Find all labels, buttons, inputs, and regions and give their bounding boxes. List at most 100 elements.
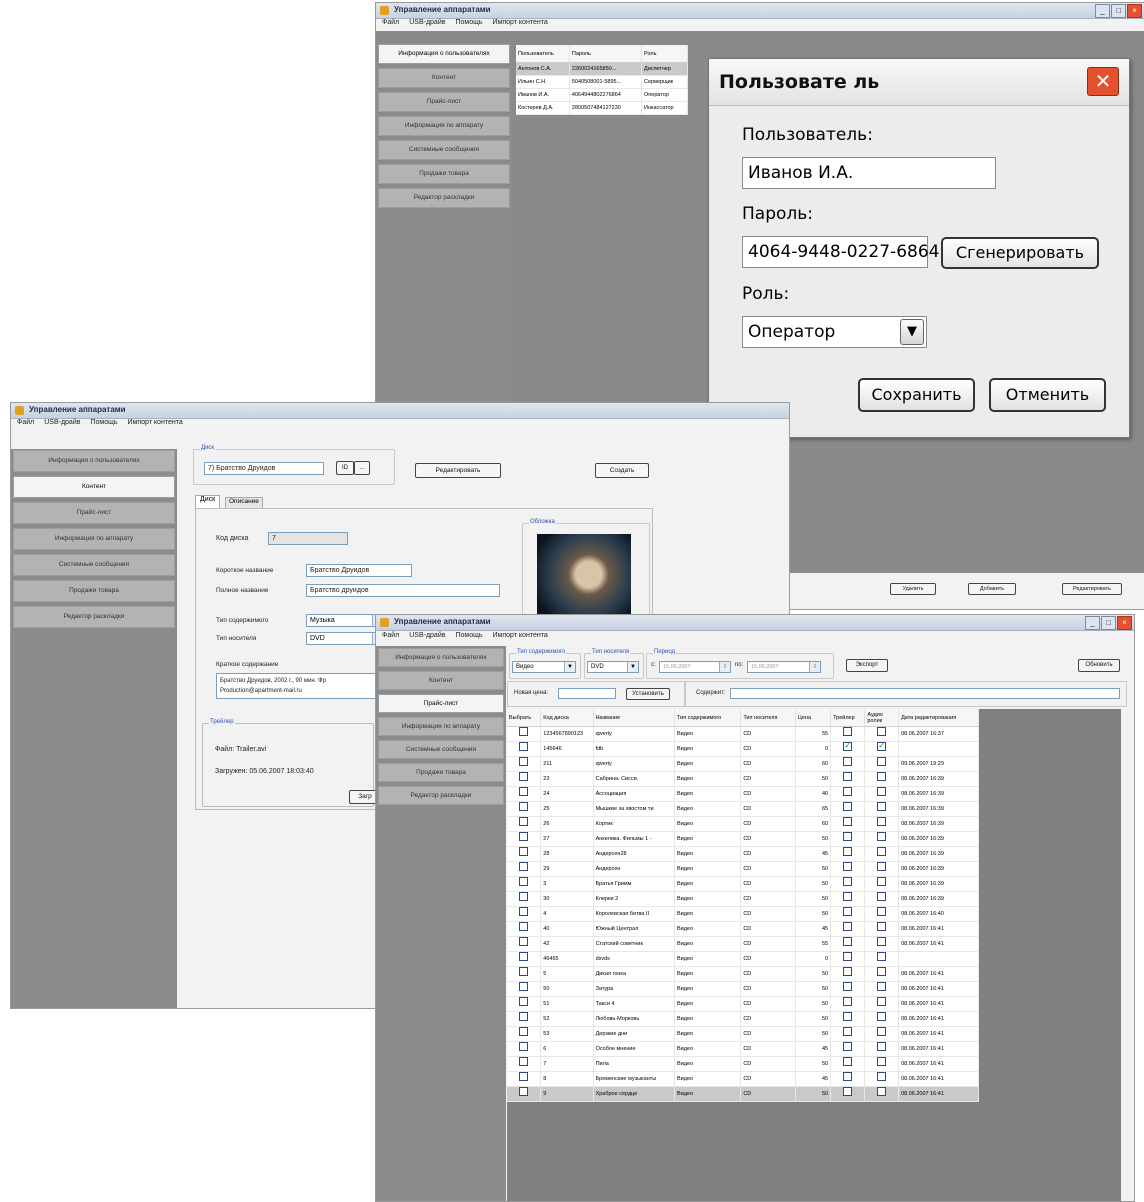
- audio-checkbox[interactable]: [877, 982, 887, 991]
- menu-usb[interactable]: USB-драйв: [409, 19, 445, 31]
- table-row[interactable]: Иванов И.А. 4064944802276864 Оператор: [516, 88, 688, 102]
- select-cell[interactable]: [507, 876, 542, 892]
- sidebar-item-device[interactable]: Информация по аппарату: [378, 717, 504, 736]
- audio-checkbox[interactable]: [877, 1012, 887, 1021]
- trailer-checkbox[interactable]: [843, 892, 853, 901]
- menu-usb[interactable]: USB-драйв: [44, 419, 80, 431]
- select-checkbox[interactable]: [519, 892, 529, 901]
- maximize-icon[interactable]: □: [1101, 616, 1116, 630]
- audio-checkbox[interactable]: [877, 922, 887, 931]
- select-checkbox[interactable]: [519, 1072, 529, 1081]
- edit-disk-button[interactable]: Редактировать: [415, 463, 501, 478]
- audio-checkbox[interactable]: [877, 877, 887, 886]
- trailer-cell[interactable]: [830, 831, 866, 847]
- audio-checkbox[interactable]: [877, 832, 887, 841]
- table-row[interactable]: 6 Особое мнение Видео CD 45 08.06.2007 16:41: [507, 1041, 979, 1057]
- audio-checkbox[interactable]: [877, 1027, 887, 1036]
- table-row[interactable]: 50 Затура Видео CD 50 08.06.2007 16:41: [507, 981, 979, 997]
- generate-button[interactable]: Сгенерировать: [941, 237, 1099, 269]
- trailer-checkbox[interactable]: [843, 787, 853, 796]
- select-cell[interactable]: [507, 1056, 542, 1072]
- maximize-icon[interactable]: □: [1111, 4, 1126, 18]
- trailer-cell[interactable]: [830, 1026, 866, 1042]
- table-row[interactable]: 42 Статский советник Видео CD 55 08.06.2007 1…: [507, 936, 979, 952]
- table-row[interactable]: Антонов С.А. 2260024165850... Диспетчер: [516, 62, 688, 76]
- trailer-checkbox[interactable]: [843, 1072, 853, 1081]
- carrier-select[interactable]: DVD▼: [306, 632, 384, 645]
- trailer-cell[interactable]: [830, 996, 866, 1012]
- trailer-cell[interactable]: [830, 726, 866, 742]
- trailer-checkbox[interactable]: [843, 1057, 853, 1066]
- select-checkbox[interactable]: [519, 952, 529, 961]
- trailer-checkbox[interactable]: [843, 922, 853, 931]
- audio-cell[interactable]: [864, 1041, 900, 1057]
- menu-file[interactable]: Файл: [17, 419, 34, 431]
- menu-file[interactable]: Файл: [382, 632, 399, 644]
- sidebar-item-layout[interactable]: Редактор раскладки: [378, 786, 504, 805]
- audio-cell[interactable]: [864, 741, 900, 757]
- trailer-cell[interactable]: [830, 1071, 866, 1087]
- table-row[interactable]: 28 Андерсен28 Видео CD 45 08.06.2007 16:39: [507, 846, 979, 862]
- trailer-checkbox[interactable]: [843, 847, 853, 856]
- audio-checkbox[interactable]: [877, 1042, 887, 1051]
- trailer-cell[interactable]: [830, 786, 866, 802]
- save-button[interactable]: Сохранить: [858, 378, 975, 412]
- spin-icon[interactable]: ⇕: [809, 662, 820, 672]
- sidebar-item-content[interactable]: Контент: [378, 68, 510, 88]
- trailer-checkbox[interactable]: [843, 907, 853, 916]
- trailer-cell[interactable]: [830, 951, 866, 967]
- table-row[interactable]: 4 Королевская битва II Видео CD 50 08.06.2007…: [507, 906, 979, 922]
- select-cell[interactable]: [507, 786, 542, 802]
- table-row[interactable]: 29 Андерсен Видео CD 50 08.06.2007 16:39: [507, 861, 979, 877]
- select-checkbox[interactable]: [519, 1087, 529, 1096]
- audio-checkbox[interactable]: [877, 847, 887, 856]
- trailer-cell[interactable]: [830, 846, 866, 862]
- table-row[interactable]: 211 qwerty Видео CD 60 09.06.2007 19:29: [507, 756, 979, 772]
- table-row[interactable]: Ильин С.Н. 5040508001-5895... Серверщик: [516, 75, 688, 89]
- table-row[interactable]: Костерев Д.А. 2800507484127230 Инкассато…: [516, 101, 688, 115]
- filter-content-select[interactable]: Видео ▼: [512, 661, 576, 673]
- password-input[interactable]: 4064-9448-0227-6864: [742, 236, 939, 268]
- audio-cell[interactable]: [864, 771, 900, 787]
- select-checkbox[interactable]: [519, 802, 529, 811]
- select-cell[interactable]: [507, 1026, 542, 1042]
- trailer-cell[interactable]: [830, 981, 866, 997]
- select-cell[interactable]: [507, 966, 542, 982]
- trailer-checkbox[interactable]: [843, 1042, 853, 1051]
- export-button[interactable]: Экспорт: [846, 659, 888, 672]
- trailer-checkbox[interactable]: [843, 832, 853, 841]
- audio-checkbox[interactable]: [877, 937, 887, 946]
- audio-cell[interactable]: [864, 906, 900, 922]
- audio-checkbox[interactable]: [877, 1057, 887, 1066]
- select-checkbox[interactable]: [519, 757, 529, 766]
- select-checkbox[interactable]: [519, 1042, 529, 1051]
- select-checkbox[interactable]: [519, 997, 529, 1006]
- trailer-cell[interactable]: [830, 1056, 866, 1072]
- browse-button[interactable]: …: [354, 461, 370, 475]
- table-row[interactable]: 51 Такси 4 Видео CD 50 08.06.2007 16:41: [507, 996, 979, 1012]
- trailer-checkbox[interactable]: [843, 1087, 853, 1096]
- trailer-checkbox[interactable]: [843, 862, 853, 871]
- add-button[interactable]: Добавить: [968, 583, 1016, 595]
- trailer-checkbox[interactable]: [843, 772, 853, 781]
- table-row[interactable]: 9 Храброе сердце Видео CD 50 08.06.2007 16:41: [507, 1086, 979, 1102]
- select-checkbox[interactable]: [519, 787, 529, 796]
- col-user[interactable]: Пользователь: [516, 45, 570, 63]
- select-cell[interactable]: [507, 816, 542, 832]
- audio-cell[interactable]: [864, 786, 900, 802]
- table-row[interactable]: 30 Клерки 2 Видео CD 50 08.06.2007 16:39: [507, 891, 979, 907]
- trailer-cell[interactable]: [830, 876, 866, 892]
- audio-checkbox[interactable]: [877, 817, 887, 826]
- users-table[interactable]: Пользователь Пароль Роль Антонов С.А. 22…: [516, 45, 688, 115]
- contains-input[interactable]: [730, 688, 1120, 699]
- select-checkbox[interactable]: [519, 727, 529, 736]
- minimize-icon[interactable]: _: [1095, 4, 1110, 18]
- sidebar-item-users[interactable]: Информация о пользователях: [378, 44, 510, 64]
- close-icon[interactable]: ×: [1127, 4, 1142, 18]
- table-row[interactable]: 24 Ассоциация Видео CD 40 08.06.2007 16:39: [507, 786, 979, 802]
- col-audio[interactable]: Аудио ролик: [864, 709, 900, 727]
- sidebar-item-content[interactable]: Контент: [378, 671, 504, 690]
- audio-cell[interactable]: [864, 1056, 900, 1072]
- select-cell[interactable]: [507, 1086, 542, 1102]
- audio-cell[interactable]: [864, 1026, 900, 1042]
